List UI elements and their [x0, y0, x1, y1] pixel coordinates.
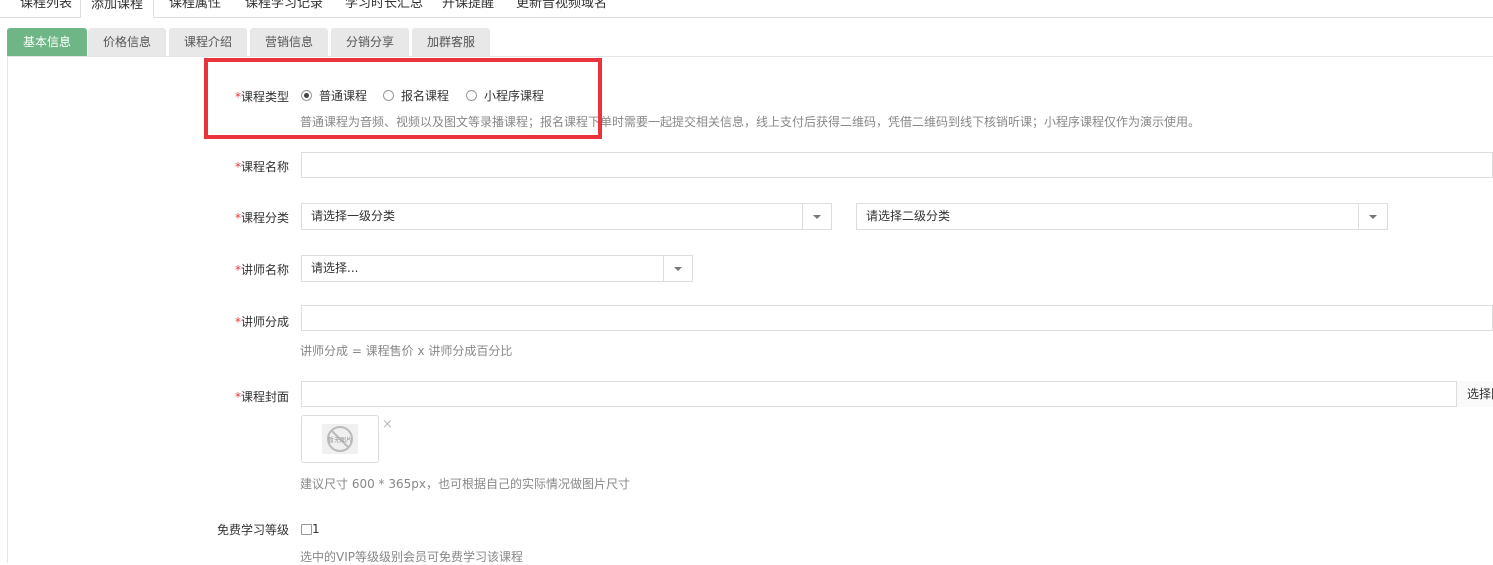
radio-dot[interactable]: [301, 89, 312, 101]
course-cover-help: 建议尺寸 600 * 365px，也可根据自己的实际情况做图片尺寸: [300, 477, 630, 491]
free-level-checkbox-label: 1: [312, 522, 320, 536]
free-level-checkbox[interactable]: [301, 524, 312, 535]
radio-label: 普通课程: [319, 88, 368, 103]
sub-tab-bar: 基本信息 价格信息 课程介绍 营销信息 分销分享 加群客服: [7, 28, 1493, 57]
course-category-label-text: 课程分类: [240, 211, 289, 225]
tab-distribution-share[interactable]: 分销分享: [331, 28, 409, 56]
tab-course-intro[interactable]: 课程介绍: [169, 28, 247, 56]
tab-basic-info[interactable]: 基本信息: [7, 28, 87, 56]
no-image-placeholder: 暂无图片: [322, 424, 358, 454]
teacher-share-label-text: 讲师分成: [240, 315, 289, 329]
course-cover-label-text: 课程封面: [240, 390, 289, 404]
course-name-label: *课程名称: [189, 158, 289, 175]
course-name-input[interactable]: [301, 152, 1493, 178]
radio-normal-course[interactable]: 普通课程: [301, 88, 368, 103]
tab-group-service[interactable]: 加群客服: [412, 28, 490, 56]
tab-course-reminder[interactable]: 开课提醒: [442, 0, 494, 16]
chevron-down-icon[interactable]: [663, 256, 692, 281]
radio-label: 小程序课程: [484, 88, 545, 103]
top-tab-bar: 课程列表 添加课程 课程属性 课程学习记录 学习时长汇总 开课提醒 更新音视频域…: [0, 0, 1493, 18]
course-type-label-text: 课程类型: [240, 90, 289, 104]
chevron-down-icon[interactable]: [802, 204, 831, 229]
teacher-name-label: *讲师名称: [189, 261, 289, 278]
free-level-help: 选中的VIP等级级别会员可免费学习该课程: [300, 550, 523, 564]
select-image-button[interactable]: 选择图片: [1456, 381, 1493, 407]
cover-thumbnail: 暂无图片: [301, 415, 379, 463]
tab-marketing-info[interactable]: 营销信息: [250, 28, 328, 56]
course-cover-label: *课程封面: [189, 388, 289, 405]
tab-add-course[interactable]: 添加课程: [80, 0, 155, 18]
course-cover-input[interactable]: [301, 381, 1493, 407]
free-level-label: 免费学习等级: [216, 523, 289, 537]
radio-dot[interactable]: [383, 89, 394, 101]
teacher-share-help: 讲师分成 = 课程售价 x 讲师分成百分比: [300, 344, 513, 358]
teacher-select[interactable]: 请选择...: [301, 255, 693, 282]
category-level1-select[interactable]: 请选择一级分类: [301, 203, 832, 230]
tab-study-duration[interactable]: 学习时长汇总: [345, 0, 423, 16]
tab-learning-records[interactable]: 课程学习记录: [245, 0, 323, 16]
tab-update-media-domain[interactable]: 更新音视频域名: [516, 0, 607, 16]
radio-label: 报名课程: [401, 88, 450, 103]
select-value: 请选择一级分类: [311, 209, 396, 223]
course-type-help: 普通课程为音频、视频以及图文等录播课程；报名课程下单时需要一起提交相关信息，线上…: [300, 115, 1201, 129]
close-icon[interactable]: ×: [382, 417, 393, 432]
tab-course-attributes[interactable]: 课程属性: [169, 0, 221, 16]
tab-course-list[interactable]: 课程列表: [20, 0, 72, 16]
chevron-down-icon[interactable]: [1358, 204, 1387, 229]
select-value: 请选择...: [311, 261, 359, 275]
radio-dot[interactable]: [466, 89, 477, 101]
teacher-name-label-text: 讲师名称: [240, 263, 289, 277]
category-level2-select[interactable]: 请选择二级分类: [856, 203, 1388, 230]
teacher-share-input[interactable]: [301, 305, 1493, 331]
tab-price-info[interactable]: 价格信息: [88, 28, 166, 56]
course-category-label: *课程分类: [189, 209, 289, 226]
panel-border: [7, 56, 8, 563]
no-image-text: 暂无图片: [327, 437, 352, 444]
select-value: 请选择二级分类: [866, 209, 951, 223]
radio-miniprogram-course[interactable]: 小程序课程: [466, 88, 545, 103]
radio-signup-course[interactable]: 报名课程: [383, 88, 450, 103]
course-type-label: *课程类型: [189, 88, 289, 105]
course-name-label-text: 课程名称: [240, 160, 289, 174]
teacher-share-label: *讲师分成: [189, 313, 289, 330]
